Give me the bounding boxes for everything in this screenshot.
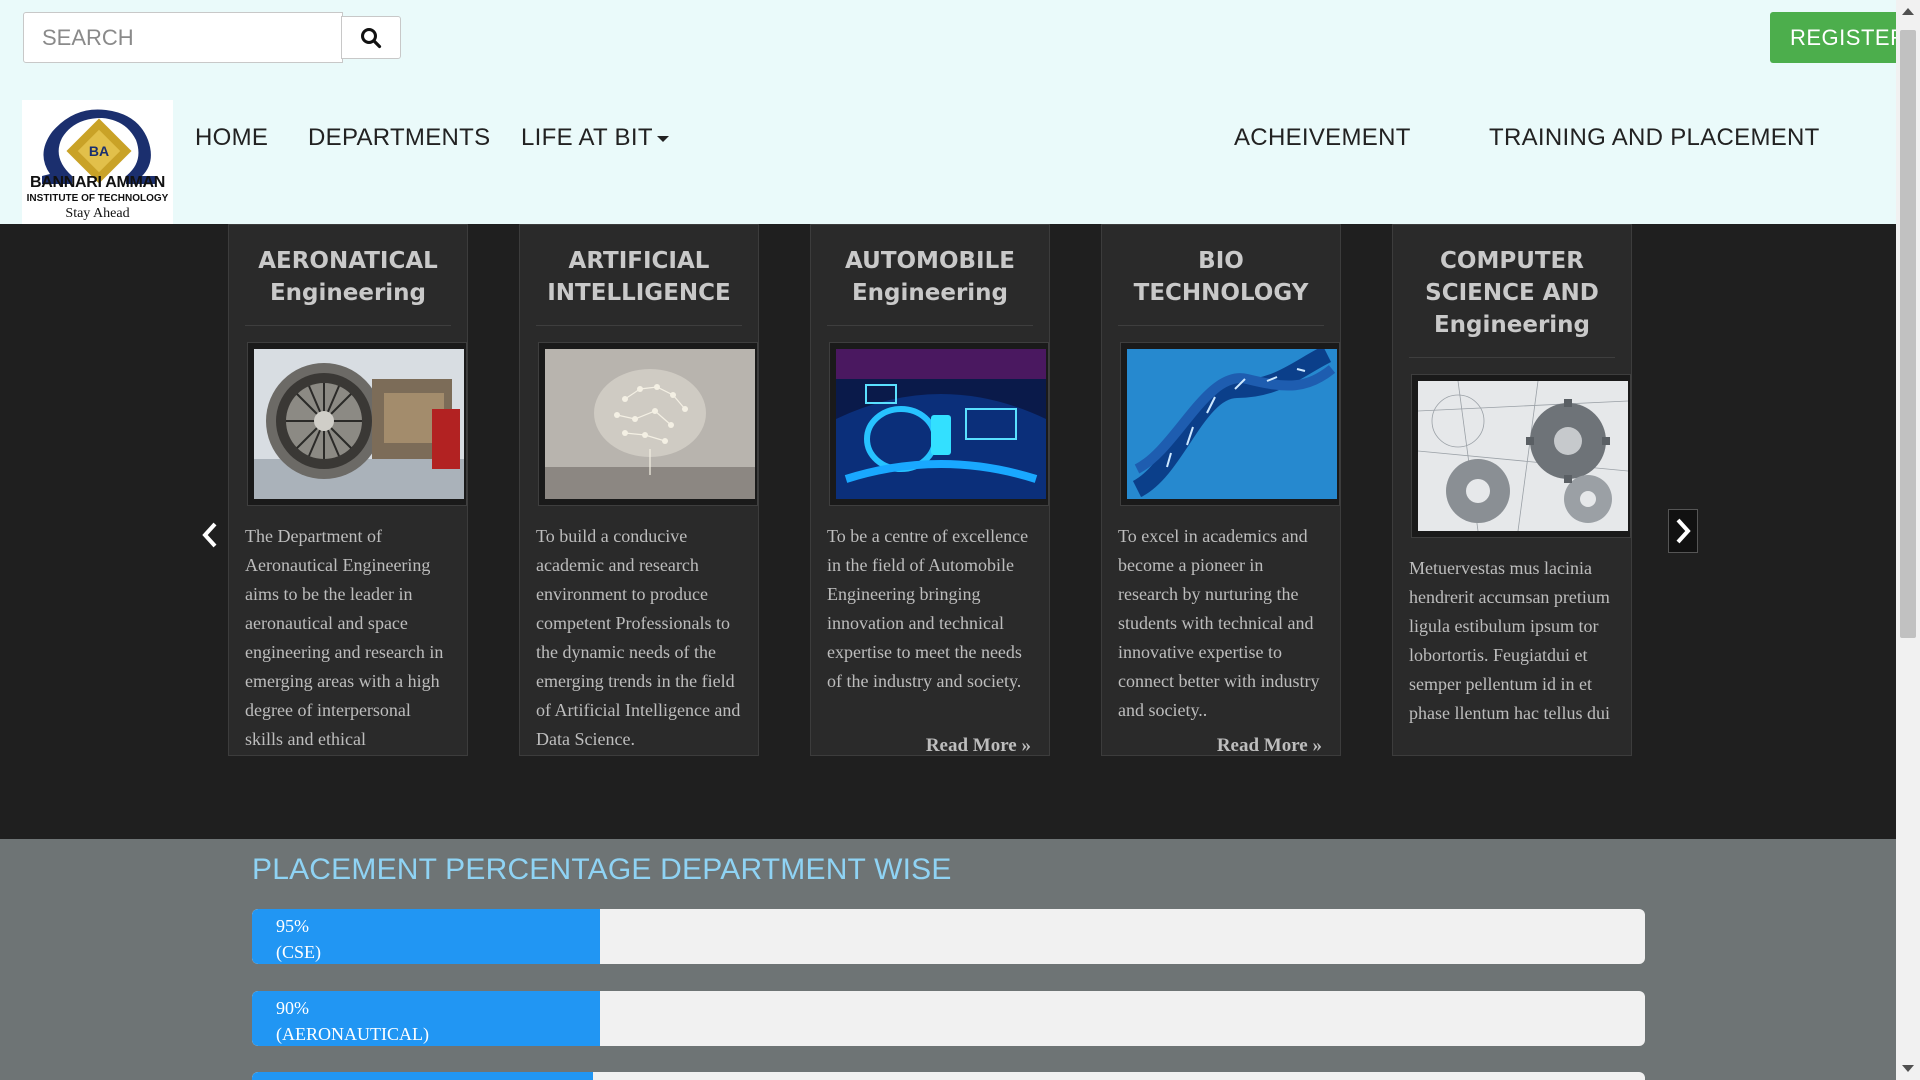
- card-description: To be a centre of excellence in the fiel…: [827, 526, 1029, 691]
- dna-helix-image[interactable]: [1120, 342, 1340, 506]
- card-description: To build a conducive academic and resear…: [536, 526, 741, 749]
- svg-text:BA: BA: [89, 143, 109, 159]
- scroll-up-arrow-icon[interactable]: [1902, 8, 1914, 15]
- carousel-prev-button[interactable]: [196, 517, 224, 553]
- search-bar: [23, 12, 401, 63]
- carousel-next-button[interactable]: [1668, 509, 1698, 553]
- nav-departments[interactable]: DEPARTMENTS: [308, 124, 490, 152]
- dna-helix-picture: [1127, 349, 1337, 499]
- car-dashboard-image[interactable]: [829, 342, 1049, 506]
- jet-engine-image[interactable]: [247, 342, 467, 506]
- caret-down-icon: [656, 135, 669, 142]
- placement-section: PLACEMENT PERCENTAGE DEPARTMENT WISE 95%…: [0, 839, 1896, 1080]
- nav-training-placement[interactable]: TRAINING AND PLACEMENT: [1489, 124, 1820, 152]
- card-title: AUTOMOBILE Engineering: [827, 225, 1033, 326]
- scroll-down-arrow-icon[interactable]: [1902, 1065, 1914, 1072]
- card-title: AERONATICAL Engineering: [245, 225, 451, 326]
- card-description: The Department of Aeronautical Engineeri…: [245, 526, 444, 749]
- card-title-line: AERONATICAL: [258, 248, 438, 274]
- placement-progress-bar: 90% (AERONAUTICAL): [252, 991, 1645, 1046]
- card-title-line: TECHNOLOGY: [1133, 280, 1309, 306]
- department-card[interactable]: ARTIFICIAL INTELLIGENCE To build a condu…: [519, 224, 759, 756]
- search-button[interactable]: [341, 16, 401, 59]
- progress-fill: [252, 1072, 594, 1080]
- read-more-link[interactable]: Read More »: [921, 735, 1031, 755]
- progress-department: (AERONAUTICAL): [276, 1024, 429, 1044]
- gears-sketch-picture: [1418, 381, 1628, 531]
- progress-fill: 90% (AERONAUTICAL): [252, 991, 601, 1046]
- card-title-line: INTELLIGENCE: [547, 280, 731, 306]
- card-title-line: Engineering: [269, 280, 427, 306]
- card-title: COMPUTER SCIENCE AND Engineering: [1409, 225, 1615, 358]
- logo-tagline: Stay Ahead: [65, 206, 130, 221]
- department-card[interactable]: AUTOMOBILE Engineering To be a centre of…: [810, 224, 1050, 756]
- card-description: To excel in academics and become a pione…: [1118, 526, 1320, 720]
- card-title-line: COMPUTER: [1440, 248, 1584, 274]
- circuit-brain-picture: [545, 349, 755, 499]
- department-card[interactable]: BIO TECHNOLOGY To excel in academics and…: [1101, 224, 1341, 756]
- nav-life-at-bit-label: LIFE AT BIT: [521, 124, 653, 151]
- progress-fill: 95% (CSE): [252, 909, 601, 964]
- circuit-brain-image[interactable]: [538, 342, 758, 506]
- card-title-line: SCIENCE AND: [1425, 280, 1599, 306]
- progress-percent: 90%: [276, 998, 309, 1018]
- site-header: REGISTER BA BANNARI AMMAN INSTITUTE OF T…: [0, 0, 1896, 224]
- department-card[interactable]: AERONATICAL Engineering The Department o…: [228, 224, 468, 756]
- scrollbar-thumb[interactable]: [1900, 30, 1916, 638]
- card-title-line: AUTOMOBILE: [845, 248, 1015, 274]
- car-dashboard-picture: [836, 349, 1046, 499]
- placement-progress-bar: [252, 1072, 1645, 1080]
- departments-carousel: AERONATICAL Engineering The Department o…: [0, 224, 1896, 839]
- card-title: BIO TECHNOLOGY: [1118, 225, 1324, 326]
- nav-life-at-bit[interactable]: LIFE AT BIT: [521, 124, 669, 152]
- nav-achievement[interactable]: ACHEIVEMENT: [1234, 124, 1411, 152]
- placement-progress-bar: 95% (CSE): [252, 909, 1645, 964]
- institute-logo[interactable]: BA BANNARI AMMAN INSTITUTE OF TECHNOLOGY…: [22, 100, 173, 224]
- card-title-line: Engineering: [1433, 312, 1591, 338]
- placement-title: PLACEMENT PERCENTAGE DEPARTMENT WISE: [252, 853, 952, 886]
- progress-department: (CSE): [276, 942, 321, 962]
- logo-subtitle: INSTITUTE OF TECHNOLOGY: [26, 193, 169, 204]
- gears-sketch-image[interactable]: [1411, 374, 1631, 538]
- jet-engine-picture: [254, 349, 464, 499]
- card-title-line: Engineering: [851, 280, 1009, 306]
- card-description: Metuervestas mus lacinia hendrerit accum…: [1409, 558, 1610, 723]
- page-scrollbar[interactable]: [1896, 0, 1920, 1080]
- register-button[interactable]: REGISTER: [1770, 12, 1896, 63]
- card-title-line: BIO: [1198, 248, 1244, 274]
- chevron-left-icon: [202, 522, 217, 548]
- nav-home[interactable]: HOME: [195, 124, 268, 152]
- logo-name: BANNARI AMMAN: [29, 174, 166, 191]
- card-title: ARTIFICIAL INTELLIGENCE: [536, 225, 742, 326]
- read-more-link[interactable]: Read More »: [1212, 735, 1322, 755]
- search-icon: [361, 27, 382, 48]
- department-card[interactable]: COMPUTER SCIENCE AND Engineering Metuerv…: [1392, 224, 1632, 756]
- progress-percent: 95%: [276, 916, 309, 936]
- card-title-line: ARTIFICIAL: [568, 248, 710, 274]
- search-input[interactable]: [23, 12, 343, 63]
- chevron-right-icon: [1676, 518, 1691, 544]
